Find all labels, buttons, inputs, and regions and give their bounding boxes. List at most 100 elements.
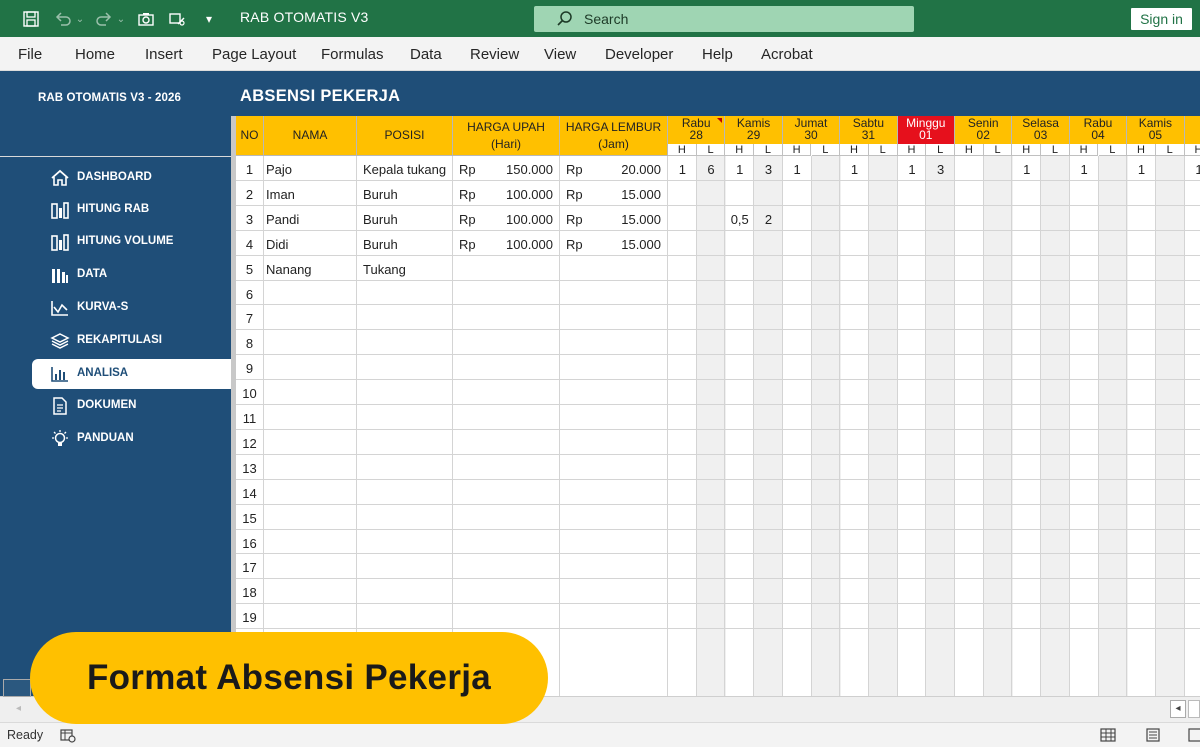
horizontal-scrollbar[interactable] <box>1188 700 1200 718</box>
tab-home[interactable]: Home <box>75 46 115 63</box>
accessibility-icon[interactable] <box>60 729 76 743</box>
sidebar-item-hitung-volume[interactable]: HITUNG VOLUME <box>32 227 231 257</box>
tab-acrobat[interactable]: Acrobat <box>761 46 813 63</box>
scroll-left-icon[interactable]: ◂ <box>16 703 21 714</box>
form-icon[interactable] <box>166 8 188 30</box>
cell-posisi[interactable]: Kepala tukang <box>363 162 446 177</box>
cell-posisi[interactable]: Buruh <box>363 187 398 202</box>
tab-file[interactable]: File <box>18 46 42 63</box>
search-box[interactable]: Search <box>534 6 914 32</box>
tab-help[interactable]: Help <box>702 46 733 63</box>
grid-column-line <box>1126 156 1128 698</box>
cell-harga-lembur[interactable]: 20.000 <box>566 162 661 177</box>
tab-developer[interactable]: Developer <box>605 46 673 63</box>
cell-harga-upah[interactable]: 150.000 <box>461 162 553 177</box>
day-date: 0 <box>1185 130 1200 142</box>
attendance-cell[interactable]: 1 <box>1127 162 1156 177</box>
sidebar-divider <box>0 156 231 157</box>
attendance-cell[interactable]: 1 <box>898 162 927 177</box>
tab-formulas[interactable]: Formulas <box>321 46 384 63</box>
tab-review[interactable]: Review <box>470 46 519 63</box>
undo-icon[interactable] <box>52 8 74 30</box>
header-nama: NAMA <box>264 116 357 156</box>
hadir-header: H <box>668 144 697 156</box>
header-posisi: POSISI <box>357 116 453 156</box>
attendance-cell[interactable]: 3 <box>754 162 783 177</box>
grid-row-line <box>236 379 1200 381</box>
attendance-cell[interactable]: 1 <box>1185 162 1200 177</box>
chart-line-icon <box>51 301 68 316</box>
sidebar-item-label: PANDUAN <box>77 432 134 444</box>
sidebar-item-hitung-rab[interactable]: HITUNG RAB <box>32 195 231 225</box>
cell-harga-upah[interactable]: 100.000 <box>461 237 553 252</box>
sidebar-item-data[interactable]: DATA <box>32 260 231 290</box>
redo-icon[interactable] <box>93 8 115 30</box>
sheet-nav-box[interactable] <box>3 679 31 697</box>
row-number: 9 <box>245 361 254 377</box>
cell-harga-lembur[interactable]: 15.000 <box>566 237 661 252</box>
camera-icon[interactable] <box>135 8 157 30</box>
lembur-header: L <box>983 144 1013 156</box>
attendance-cell[interactable]: 1 <box>725 162 754 177</box>
cell-harga-lembur[interactable]: 15.000 <box>566 212 661 227</box>
page-break-view-icon[interactable] <box>1188 728 1200 742</box>
cell-nama[interactable]: Nanang <box>266 262 312 277</box>
cell-posisi[interactable]: Tukang <box>363 262 406 277</box>
attendance-cell[interactable]: 3 <box>926 162 955 177</box>
page-layout-view-icon[interactable] <box>1145 728 1161 742</box>
attendance-cell[interactable]: 1 <box>1070 162 1099 177</box>
grid-column-line <box>810 156 812 698</box>
sidebar-item-analisa[interactable]: ANALISA <box>32 359 231 389</box>
sidebar-item-dashboard[interactable]: DASHBOARD <box>32 163 231 193</box>
cell-harga-lembur[interactable]: 15.000 <box>566 187 661 202</box>
cell-harga-upah[interactable]: 100.000 <box>461 212 553 227</box>
row-number: 18 <box>242 585 257 601</box>
sidebar-item-dokumen[interactable]: DOKUMEN <box>32 391 231 421</box>
redo-dropdown-icon[interactable]: ⌄ <box>115 8 127 30</box>
lembur-column-shade <box>696 156 726 698</box>
cell-nama[interactable]: Iman <box>266 187 295 202</box>
attendance-cell[interactable]: 0,5 <box>725 212 754 227</box>
tab-data[interactable]: Data <box>410 46 442 63</box>
attendance-cell[interactable]: 2 <box>754 212 783 227</box>
sidebar-item-rekapitulasi[interactable]: REKAPITULASI <box>32 326 231 356</box>
tab-view[interactable]: View <box>544 46 576 63</box>
attendance-cell[interactable]: 1 <box>1012 162 1041 177</box>
attendance-cell[interactable]: 1 <box>668 162 697 177</box>
grid-column-line <box>356 156 357 698</box>
grid-row-line <box>236 578 1200 580</box>
comment-indicator-icon[interactable] <box>717 118 723 123</box>
tab-insert[interactable]: Insert <box>145 46 183 63</box>
grid-column-line <box>839 156 841 698</box>
day-header: Selasa 03 <box>1012 116 1070 144</box>
cell-harga-upah[interactable]: 100.000 <box>461 187 553 202</box>
grid-row-line <box>236 304 1200 306</box>
grid-column-line <box>753 156 755 698</box>
grid-column-line <box>1183 156 1185 698</box>
lembur-column-shade <box>811 156 841 698</box>
customize-qat-icon[interactable]: ▾ <box>198 8 220 30</box>
sidebar-item-panduan[interactable]: PANDUAN <box>32 424 231 454</box>
tab-page-layout[interactable]: Page Layout <box>212 46 296 63</box>
normal-view-icon[interactable] <box>1100 728 1116 742</box>
day-header: Senin 02 <box>955 116 1013 144</box>
attendance-cell[interactable]: 1 <box>783 162 812 177</box>
attendance-cell[interactable]: 1 <box>840 162 869 177</box>
scroll-left-button[interactable]: ◂ <box>1170 700 1186 718</box>
sidebar-item-label: HITUNG RAB <box>77 203 150 215</box>
lembur-header: L <box>926 144 955 156</box>
cell-nama[interactable]: Pandi <box>266 212 299 227</box>
attendance-cell[interactable]: 6 <box>697 162 726 177</box>
day-name: J <box>1185 118 1200 130</box>
brand-label: RAB OTOMATIS V3 - 2026 <box>38 92 182 104</box>
row-number: 16 <box>242 535 257 551</box>
sidebar-item-kurva-s[interactable]: KURVA-S <box>32 293 231 323</box>
undo-dropdown-icon[interactable]: ⌄ <box>74 8 86 30</box>
cell-posisi[interactable]: Buruh <box>363 212 398 227</box>
sign-in-button[interactable]: Sign in <box>1131 8 1192 30</box>
cell-nama[interactable]: Pajo <box>266 162 292 177</box>
save-icon[interactable] <box>20 8 42 30</box>
cell-nama[interactable]: Didi <box>266 237 288 252</box>
cell-posisi[interactable]: Buruh <box>363 237 398 252</box>
home-icon <box>51 169 69 186</box>
